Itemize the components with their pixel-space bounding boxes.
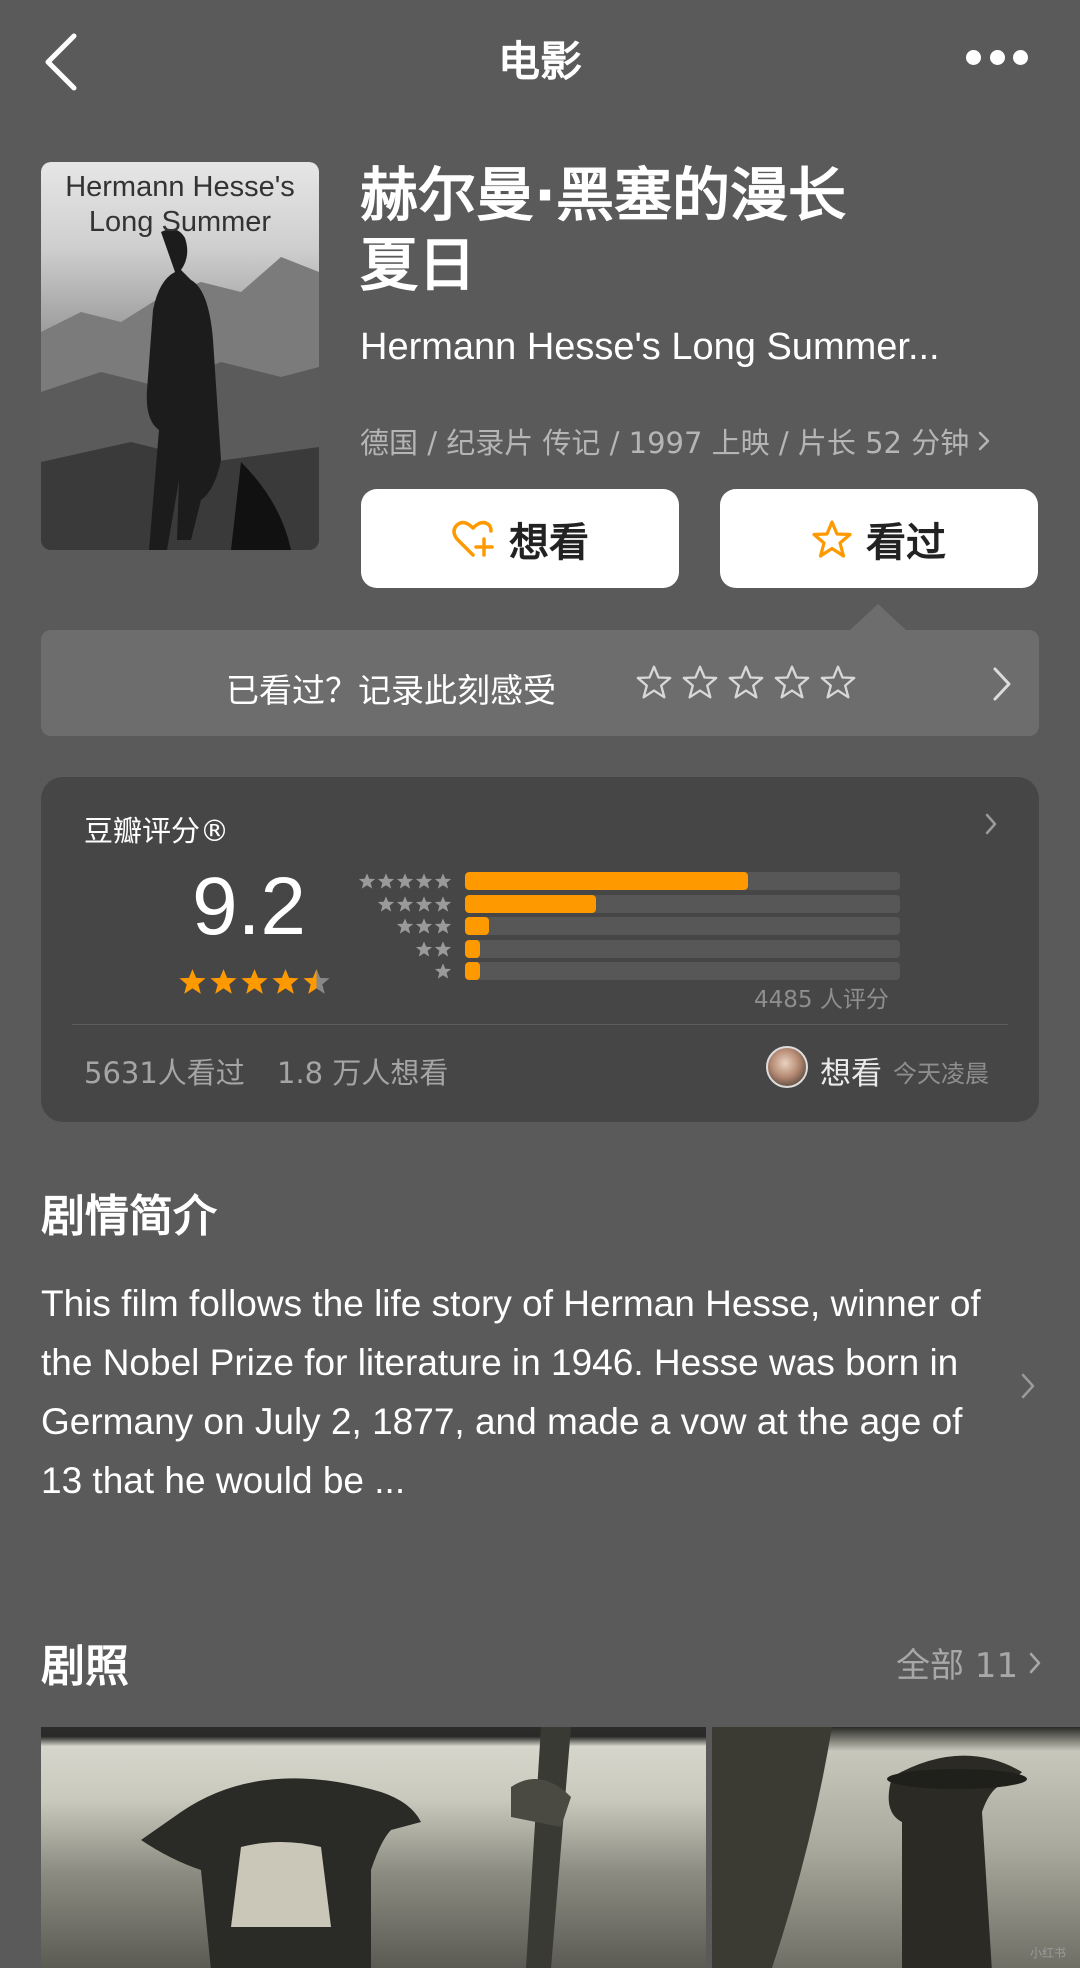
rating-star-icon	[241, 969, 268, 994]
distribution-stars	[350, 872, 452, 890]
synopsis-text[interactable]: This film follows the life story of Herm…	[41, 1274, 981, 1510]
star-outline-icon	[636, 665, 672, 699]
heart-plus-icon	[452, 520, 494, 557]
more-options-icon[interactable]	[966, 48, 1028, 66]
stills-heading: 剧照	[41, 1641, 129, 1692]
small-star-icon	[415, 918, 433, 934]
small-star-icon	[434, 873, 452, 889]
rating-score: 9.2	[192, 861, 306, 952]
rate-prompt-text: 已看过？记录此刻感受	[226, 671, 556, 710]
movie-meta[interactable]: 德国 / 纪录片 传记 / 1997 上映 / 片长 52 分钟	[360, 420, 991, 462]
small-star-icon	[377, 895, 395, 912]
rating-star-icon	[303, 969, 330, 994]
distribution-stars	[350, 895, 452, 913]
distribution-bar-fill	[465, 894, 596, 913]
distribution-bar-fill	[465, 917, 489, 935]
movie-title-en: Hermann Hesse's Long Summer...	[360, 326, 940, 368]
still-photo[interactable]	[41, 1727, 706, 1968]
movie-title-zh-line: 夏日	[360, 231, 477, 299]
small-star-icon	[377, 873, 395, 889]
poster-title-line: Hermann Hesse's	[65, 171, 295, 203]
friend-time: 今天凌晨	[893, 1060, 989, 1088]
small-star-icon	[415, 895, 433, 912]
stills-view-all[interactable]: 全部 11	[896, 1638, 1042, 1687]
movie-poster[interactable]: Hermann Hesse's Long Summer	[41, 162, 319, 550]
distribution-bar-fill	[465, 939, 481, 958]
poster-title-line: Long Summer	[88, 206, 272, 238]
watched-button[interactable]: 看过	[720, 489, 1038, 588]
watermark: 小红书	[1030, 1946, 1067, 1960]
small-star-icon	[434, 918, 452, 934]
distribution-bar-fill	[465, 962, 481, 980]
small-star-icon	[396, 873, 414, 889]
chevron-right-icon[interactable]	[992, 666, 1012, 702]
synopsis-heading: 剧情简介	[41, 1191, 217, 1242]
watched-count: 5631人看过	[84, 1056, 245, 1090]
page-title: 电影	[497, 37, 582, 86]
star-outline-icon	[682, 665, 718, 699]
star-outline-icon	[820, 665, 856, 699]
watched-button-label: 看过	[866, 519, 946, 566]
want-count: 1.8 万人想看	[277, 1056, 449, 1090]
small-star-icon	[415, 873, 433, 889]
movie-meta-text: 德国 / 纪录片 传记 / 1997 上映 / 片长 52 分钟	[360, 426, 970, 460]
rating-distribution-row	[350, 962, 900, 980]
rating-stars	[178, 967, 331, 996]
want-to-watch-button[interactable]: 想看	[361, 489, 679, 588]
small-star-icon	[415, 940, 433, 957]
small-star-icon	[358, 873, 376, 889]
rating-distribution-row	[350, 939, 900, 958]
rate-stars[interactable]	[636, 664, 856, 700]
star-outline-icon	[812, 519, 852, 558]
rating-star-icon	[210, 969, 237, 994]
chevron-right-icon[interactable]	[1020, 1372, 1036, 1400]
still-photo[interactable]	[712, 1727, 1080, 1968]
distribution-stars	[350, 940, 452, 958]
want-button-label: 想看	[509, 519, 589, 566]
movie-title-zh-line: 赫尔曼·黑塞的漫长	[360, 161, 847, 229]
star-outline-icon	[728, 665, 764, 699]
popover-arrow	[850, 604, 906, 630]
distribution-bar-track	[465, 894, 900, 913]
rating-star-icon	[272, 969, 299, 994]
rating-distribution-row	[350, 917, 900, 935]
chevron-right-icon[interactable]	[984, 812, 998, 836]
rating-distribution-row	[350, 894, 900, 913]
friend-avatar[interactable]	[766, 1046, 808, 1088]
rating-card-title: 豆瓣评分®	[84, 814, 230, 848]
distribution-stars	[350, 917, 452, 935]
distribution-bar-track	[465, 917, 900, 935]
divider	[72, 1024, 1008, 1025]
rating-count: 4485 人评分	[754, 987, 889, 1013]
small-star-icon	[396, 918, 414, 934]
distribution-bar-track	[465, 962, 900, 980]
star-outline-icon	[774, 665, 810, 699]
chevron-right-icon	[1029, 1652, 1041, 1673]
rating-distribution-row	[350, 872, 900, 890]
small-star-icon	[434, 963, 452, 979]
distribution-bar-fill	[465, 872, 748, 890]
distribution-bar-track	[465, 939, 900, 958]
chevron-right-icon	[978, 431, 990, 451]
small-star-icon	[434, 940, 452, 957]
rating-star-icon	[179, 969, 206, 994]
distribution-bar-track	[465, 872, 900, 890]
movie-title-zh: 赫尔曼·黑塞的漫长 夏日	[360, 160, 980, 300]
small-star-icon	[396, 895, 414, 912]
friend-status: 想看	[820, 1056, 882, 1092]
small-star-icon	[434, 895, 452, 912]
distribution-stars	[350, 962, 452, 980]
stills-all-label: 全部 11	[896, 1646, 1019, 1686]
